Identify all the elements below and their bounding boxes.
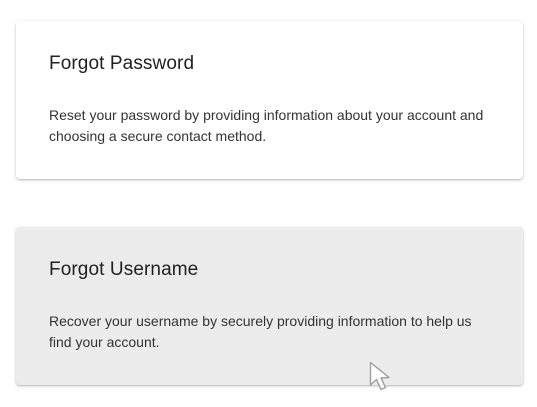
forgot-password-description: Reset your password by providing informa… [49, 107, 484, 144]
forgot-username-card[interactable]: Forgot Username Recover your username by… [16, 227, 523, 385]
mouse-cursor-icon [369, 361, 390, 391]
forgot-password-card[interactable]: Forgot Password Reset your password by p… [16, 21, 523, 179]
forgot-password-title: Forgot Password [49, 53, 195, 74]
forgot-username-title: Forgot Username [49, 259, 199, 280]
forgot-username-description: Recover your username by securely provid… [49, 313, 472, 350]
recovery-options-page: Forgot Password Reset your password by p… [0, 0, 537, 407]
